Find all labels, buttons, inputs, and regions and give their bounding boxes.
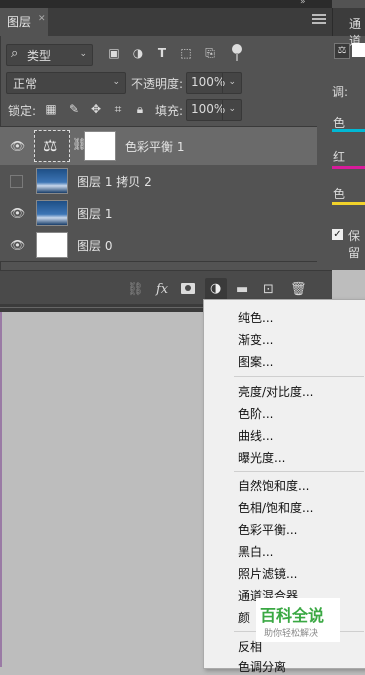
hamburger-icon[interactable]: [312, 14, 326, 26]
balance-scale-icon: ⚖︎: [334, 43, 350, 59]
chevron-down-icon: ⌄: [112, 77, 120, 87]
layer-name[interactable]: 图层 1 拷贝 2: [77, 173, 152, 190]
red-label: 红: [333, 150, 346, 164]
layers-list: 👁︎ ⚖︎ ⛓︎ 色彩平衡 1 图层 1 拷贝 2 👁︎ 图层 1 👁︎ 图层 …: [0, 126, 317, 262]
lock-artboard-icon[interactable]: ⌗: [111, 102, 125, 116]
watermark-title: 百科全说: [260, 606, 325, 625]
watermark-logo: 百科全说 助你轻松解决: [256, 598, 340, 642]
preserve-luminosity-checkbox[interactable]: ✓: [332, 229, 343, 240]
layer-row-layer-1[interactable]: 👁︎ 图层 1: [0, 197, 317, 230]
menu-item-photo-filter[interactable]: 照片滤镜...: [238, 565, 297, 582]
eye-icon[interactable]: 👁︎: [10, 206, 25, 220]
menu-item-hue-saturation[interactable]: 色相/饱和度...: [238, 499, 314, 516]
watermark-subtitle: 助你轻松解决: [264, 629, 319, 639]
text-filter-icon[interactable]: T: [155, 46, 169, 60]
filter-kind-label: 类型: [27, 49, 52, 63]
layer-filter-kind-select[interactable]: ⌕ 类型 ⌄: [6, 44, 93, 66]
tone-label: 调:: [332, 85, 349, 99]
fill-label: 填充:: [155, 104, 184, 118]
layer-row-layer-0[interactable]: 👁︎ 图层 0: [0, 229, 317, 262]
new-layer-icon[interactable]: ⊡: [263, 282, 274, 297]
menu-item-black-white[interactable]: 黑白...: [238, 543, 273, 560]
layer-row-copy-2[interactable]: 图层 1 拷贝 2: [0, 165, 317, 198]
layer-name[interactable]: 图层 1: [77, 205, 112, 222]
chevron-down-icon: ⌄: [79, 49, 87, 59]
photo-thumbnail: [36, 200, 68, 226]
fx-icon[interactable]: fx: [156, 282, 168, 297]
menu-item-vibrance[interactable]: 自然饱和度...: [238, 477, 309, 494]
adjustment-filter-icon[interactable]: ◑: [131, 46, 145, 60]
lock-all-icon[interactable]: 🔒︎: [133, 102, 147, 116]
search-icon: ⌕: [11, 46, 19, 61]
lock-position-icon[interactable]: ✥: [89, 102, 103, 116]
link-layers-icon[interactable]: ⛓︎: [127, 282, 144, 297]
opacity-label: 不透明度:: [131, 77, 184, 91]
group-folder-icon[interactable]: ▬: [236, 282, 248, 297]
menu-item-pattern[interactable]: 图案...: [238, 353, 273, 370]
trash-icon[interactable]: 🗑︎: [290, 282, 307, 297]
yellow-slider-track[interactable]: [332, 202, 365, 205]
fill-input[interactable]: 100% ⌄: [186, 99, 242, 121]
yellow-label: 色: [333, 187, 346, 201]
menu-item-levels[interactable]: 色阶...: [238, 405, 273, 422]
menu-item-exposure[interactable]: 曝光度...: [238, 449, 285, 466]
fill-value: 100%: [191, 102, 226, 116]
white-thumbnail: [36, 232, 68, 258]
cyan-slider-track[interactable]: [332, 129, 365, 132]
panel-tab-bar: [0, 8, 332, 36]
shape-filter-icon[interactable]: ⬚: [179, 46, 193, 60]
menu-item-gradient[interactable]: 渐变...: [238, 331, 273, 348]
right-tab-bar: 通道: [332, 8, 365, 48]
lock-transparent-pixels-icon[interactable]: ▦: [44, 102, 58, 116]
menu-item-color-lookup[interactable]: 颜: [238, 609, 250, 626]
menu-item-curves[interactable]: 曲线...: [238, 427, 273, 444]
tab-layers-label: 图层: [6, 15, 31, 29]
menu-separator: [234, 471, 364, 472]
magenta-slider-track[interactable]: [332, 166, 365, 169]
chevron-down-icon[interactable]: ⌄: [228, 77, 236, 87]
image-filter-icon[interactable]: ▣: [107, 46, 121, 60]
filter-toggle-stem: [236, 53, 238, 61]
photo-thumbnail: [36, 168, 68, 194]
mask-icon[interactable]: [352, 43, 365, 57]
lock-image-pixels-icon[interactable]: ✎: [67, 102, 81, 116]
blend-mode-select[interactable]: 正常 ⌄: [6, 72, 126, 94]
menu-item-brightness-contrast[interactable]: 亮度/对比度...: [238, 383, 314, 400]
menu-separator: [234, 376, 364, 377]
lock-label: 锁定:: [8, 104, 37, 118]
balance-scale-icon: ⚖︎: [43, 136, 58, 155]
blend-mode-value: 正常: [13, 77, 38, 91]
layer-name[interactable]: 色彩平衡 1: [125, 138, 184, 155]
smart-object-filter-icon[interactable]: ⎘: [203, 46, 217, 60]
canvas-edge: [0, 312, 2, 667]
eye-icon[interactable]: 👁︎: [10, 238, 25, 252]
chevron-down-icon[interactable]: ⌄: [228, 104, 236, 114]
collapse-panels-icon[interactable]: »: [300, 0, 306, 7]
opacity-input[interactable]: 100% ⌄: [186, 72, 242, 94]
layer-row-color-balance[interactable]: 👁︎ ⚖︎ ⛓︎ 色彩平衡 1: [0, 127, 317, 166]
menu-item-solid-color[interactable]: 纯色...: [238, 309, 273, 326]
visibility-off-box[interactable]: [10, 175, 23, 188]
adjustment-layer-icon: ◑: [210, 281, 222, 296]
opacity-value: 100%: [191, 75, 226, 89]
adjustment-layer-button[interactable]: ◑: [205, 278, 227, 300]
mask-icon[interactable]: [181, 283, 195, 294]
layer-mask-thumbnail[interactable]: [84, 131, 116, 161]
close-tab-icon[interactable]: ✕: [38, 14, 46, 24]
menu-item-color-balance[interactable]: 色彩平衡...: [238, 521, 297, 538]
layer-name[interactable]: 图层 0: [77, 237, 112, 254]
preserve-label: 保留: [348, 229, 361, 260]
adjustment-thumbnail: ⚖︎: [34, 130, 70, 162]
eye-icon[interactable]: 👁︎: [10, 139, 25, 153]
window-top-strip: » »: [0, 0, 365, 8]
